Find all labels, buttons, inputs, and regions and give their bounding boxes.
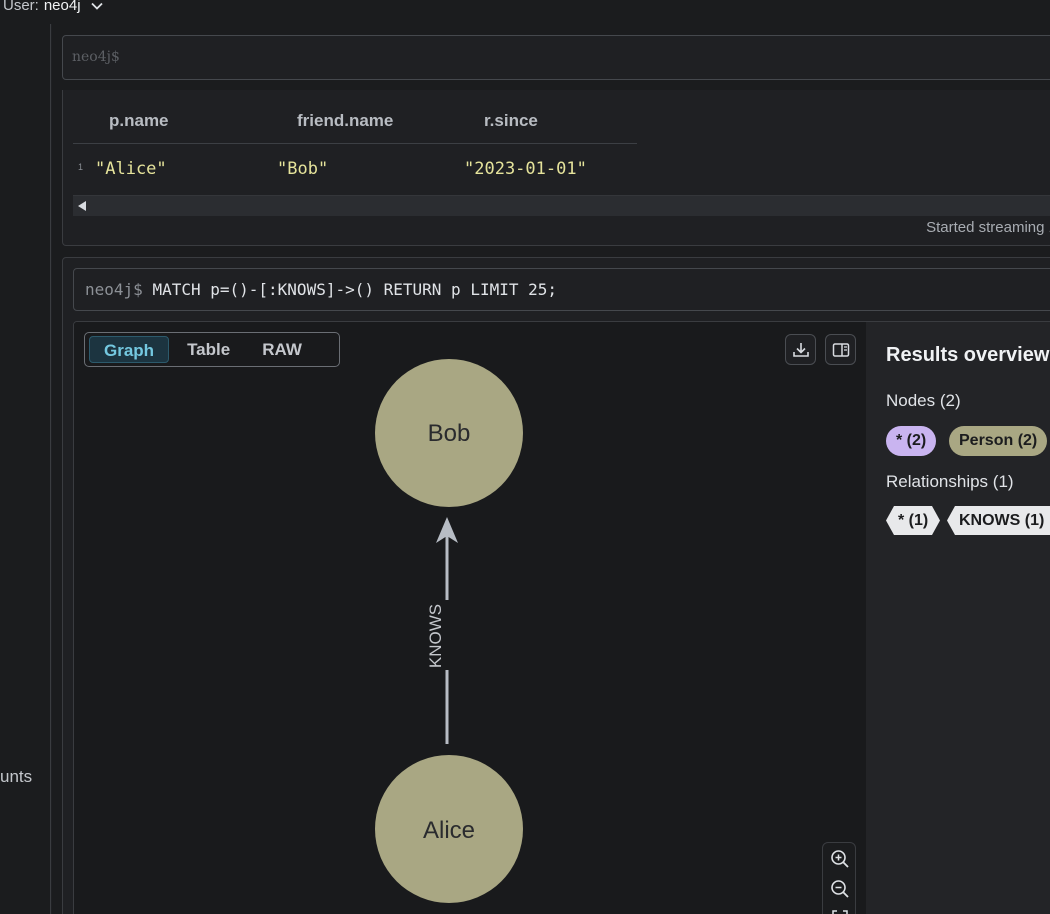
panel-toggle-icon: [832, 342, 849, 357]
tab-graph[interactable]: Graph: [89, 336, 170, 363]
app-root: User: neo4j unts neo4j$ p.name friend.na…: [0, 0, 1050, 914]
graph-result-frame: neo4j$ MATCH p=()-[:KNOWS]->() RETURN p …: [62, 257, 1050, 914]
table-cell: "Alice": [95, 159, 167, 179]
side-panel-text: unts: [0, 767, 33, 786]
table-cell: "Bob": [277, 159, 329, 179]
top-bar: User: neo4j: [0, 0, 1050, 24]
node-label: Alice: [423, 817, 475, 844]
toggle-overview-button[interactable]: [825, 334, 856, 365]
query-bar[interactable]: neo4j$ MATCH p=()-[:KNOWS]->() RETURN p …: [73, 268, 1050, 311]
main-area: neo4j$ p.name friend.name r.since 1 "Ali…: [52, 24, 1050, 914]
tab-raw[interactable]: RAW: [248, 336, 316, 363]
table-header: p.name friend.name r.since: [73, 90, 637, 144]
user-menu[interactable]: User: neo4j: [3, 0, 105, 14]
results-overview-panel: Results overview Nodes (2) * (2) Person …: [866, 322, 1050, 914]
graph-canvas[interactable]: Graph Table RAW KNOWS Bob Alice: [74, 322, 866, 914]
node-label-pill-all[interactable]: * (2): [886, 426, 937, 456]
relationship-label-bg: [424, 600, 470, 670]
relationships-heading: Relationships (1): [886, 472, 1014, 491]
horizontal-scrollbar[interactable]: [73, 196, 1050, 216]
user-label: User:: [3, 0, 39, 14]
zoom-out-icon[interactable]: [829, 878, 851, 900]
status-text: Started streaming 1: [926, 219, 1050, 236]
nodes-heading: Nodes (2): [886, 391, 961, 410]
rel-type-pill-knows[interactable]: KNOWS (1): [947, 506, 1050, 535]
graph-svg: KNOWS Bob Alice: [375, 359, 523, 903]
visualization-panel: Graph Table RAW KNOWS Bob Alice Results …: [73, 321, 1050, 914]
download-icon: [792, 342, 809, 357]
row-number: 1: [78, 162, 84, 172]
node-alice[interactable]: [375, 755, 523, 903]
editor-prompt: neo4j$: [72, 49, 120, 65]
scroll-left-icon[interactable]: [78, 201, 86, 211]
zoom-controls: [822, 842, 856, 914]
side-panel: unts: [0, 24, 51, 914]
fit-icon[interactable]: [829, 907, 851, 914]
table-result-frame: p.name friend.name r.since 1 "Alice" "Bo…: [62, 90, 1050, 246]
query-editor[interactable]: neo4j$: [62, 35, 1050, 80]
query-text: MATCH p=()-[:KNOWS]->() RETURN p LIMIT 2…: [152, 280, 558, 299]
view-tabs: Graph Table RAW: [84, 332, 340, 367]
chevron-down-icon: [90, 2, 103, 10]
column-header[interactable]: p.name: [109, 111, 169, 131]
tab-table[interactable]: Table: [173, 336, 244, 363]
query-prompt: neo4j$ MATCH p=()-[:KNOWS]->() RETURN p …: [85, 280, 557, 299]
download-button[interactable]: [785, 334, 816, 365]
column-header[interactable]: r.since: [484, 111, 538, 131]
prompt-label: neo4j$: [85, 280, 143, 299]
node-label-pill-person[interactable]: Person (2): [949, 426, 1048, 456]
table-row: 1 "Alice" "Bob" "2023-01-01": [73, 145, 1050, 196]
relationship-label: KNOWS: [426, 604, 445, 668]
rel-type-pill-all[interactable]: * (1): [886, 506, 940, 535]
overview-title: Results overview: [886, 344, 1050, 366]
column-header[interactable]: friend.name: [297, 111, 393, 131]
zoom-in-icon[interactable]: [829, 848, 851, 870]
node-label: Bob: [428, 420, 471, 447]
table-cell: "2023-01-01": [464, 159, 587, 179]
relationship-arrowhead: [436, 517, 458, 543]
node-bob[interactable]: [375, 359, 523, 507]
user-name: neo4j: [43, 0, 81, 14]
